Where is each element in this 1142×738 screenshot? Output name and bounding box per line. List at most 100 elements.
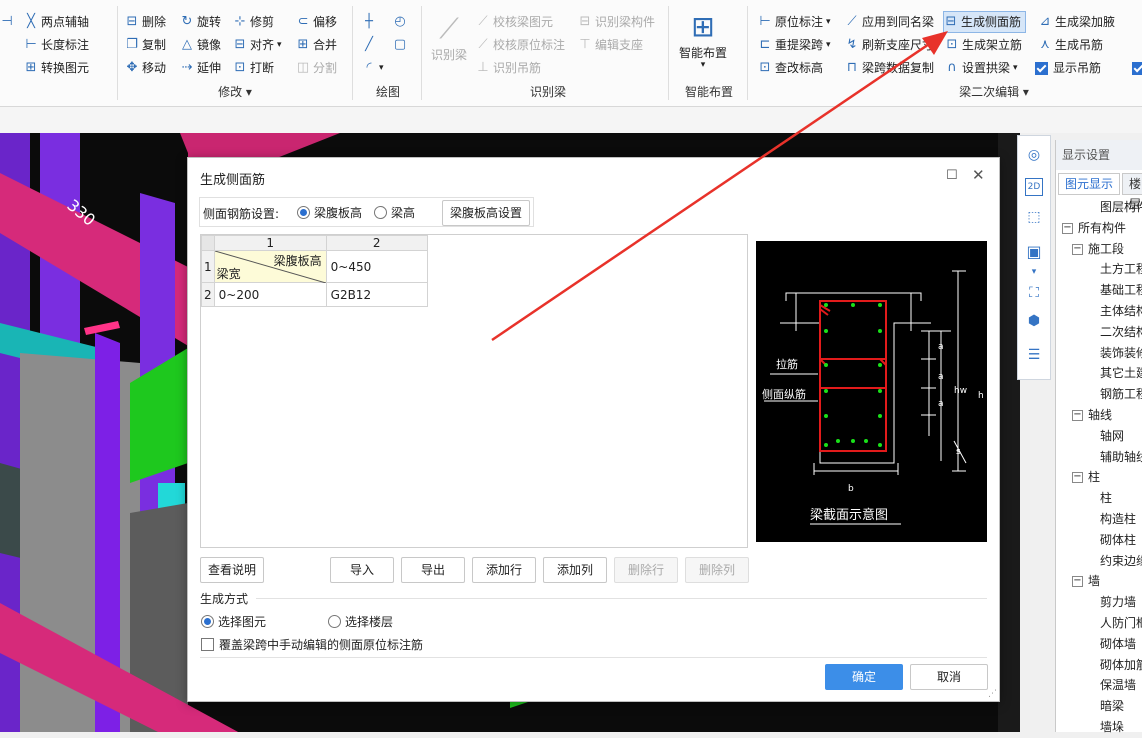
tree-item[interactable]: 剪力墙	[1100, 592, 1136, 613]
3d-box-icon[interactable]: ⬢	[1025, 312, 1043, 330]
rotate-button[interactable]: ↻ 旋转	[180, 12, 221, 32]
tab-element-display[interactable]: 图元显示	[1058, 173, 1121, 195]
table-cell[interactable]: 0~200	[213, 282, 327, 307]
tree-item[interactable]: 人防门框	[1100, 613, 1142, 634]
trim-button[interactable]: ⊹ 修剪	[233, 12, 274, 32]
generate-erection-bar-button[interactable]: ⊡ 生成架立筋	[945, 35, 1022, 55]
tree-item[interactable]: − 墙	[1072, 571, 1100, 592]
tree-item[interactable]: 构造柱	[1100, 509, 1136, 530]
generate-hanger-button[interactable]: ⋏ 生成吊筋	[1038, 35, 1103, 55]
split-button[interactable]: ◫ 分割	[296, 58, 337, 78]
tree-item[interactable]: 暗梁	[1100, 696, 1124, 717]
ok-button[interactable]: 确定	[825, 664, 903, 690]
tree-item[interactable]: 装饰装修	[1100, 343, 1142, 364]
add-column-button[interactable]: 添加列	[543, 557, 607, 583]
tree-item[interactable]: 其它土建	[1100, 363, 1142, 384]
import-button[interactable]: 导入	[330, 557, 394, 583]
radio-web-height[interactable]: 梁腹板高	[297, 204, 362, 221]
tree-item[interactable]: − 施工段	[1072, 239, 1124, 260]
radio-select-element[interactable]: 选择图元	[201, 613, 266, 630]
point-tool[interactable]: ┼	[362, 12, 379, 32]
tree-item[interactable]: 砌体加筋	[1100, 655, 1142, 676]
tree-item[interactable]: − 柱	[1072, 467, 1100, 488]
solid-cube-icon[interactable]: ▣	[1025, 243, 1043, 261]
cube-view-icon[interactable]: ⬚	[1025, 208, 1043, 226]
tree-item[interactable]: 保温墙	[1100, 675, 1136, 696]
tree-item[interactable]: − 所有构件	[1062, 218, 1126, 239]
circle-tool[interactable]: ◴	[393, 12, 410, 32]
radio-select-floor[interactable]: 选择楼层	[328, 613, 393, 630]
copy-button[interactable]: ❐ 复制	[125, 35, 166, 55]
check-beam-element-button[interactable]: ⟋ 校核梁图元	[476, 12, 553, 32]
convert-element-button[interactable]: ⊞ 转换图元	[24, 58, 89, 78]
tree-item[interactable]: 柱	[1100, 488, 1112, 509]
tab-floor[interactable]: 楼层	[1122, 173, 1142, 211]
collapse-icon[interactable]: −	[1062, 222, 1073, 234]
tree-item[interactable]: 基础工程	[1100, 280, 1142, 301]
edit-support-button[interactable]: ⊤ 编辑支座	[578, 35, 643, 55]
fit-view-icon[interactable]: ⛶	[1025, 284, 1043, 302]
tree-item[interactable]: 约束边缘	[1100, 551, 1142, 572]
cancel-button[interactable]: 取消	[910, 664, 988, 690]
orbit-icon[interactable]: ◎	[1025, 146, 1043, 164]
chevron-down-icon[interactable]: ▾	[1025, 263, 1043, 281]
offset-button[interactable]: ⊂ 偏移	[296, 12, 337, 32]
layer-settings-icon[interactable]: ☰	[1025, 346, 1043, 364]
tree-item[interactable]: 砌体墙	[1100, 634, 1136, 655]
collapse-icon[interactable]: −	[1072, 243, 1083, 255]
generate-beam-haunch-button[interactable]: ⊿ 生成梁加腋	[1038, 12, 1115, 32]
show-hanger-checkbox[interactable]: 显示吊筋	[1035, 58, 1101, 78]
align-button[interactable]: ⊟ 对齐 ▾	[233, 35, 282, 55]
tree-item[interactable]: 土方工程	[1100, 259, 1142, 280]
web-height-settings-button[interactable]: 梁腹板高设置	[442, 200, 530, 226]
check-original-label-button[interactable]: ⟋ 校核原位标注	[476, 35, 565, 55]
2d-view-icon[interactable]: 2D	[1025, 178, 1043, 196]
maximize-icon[interactable]: ☐	[946, 168, 958, 183]
add-row-button[interactable]: 添加行	[472, 557, 536, 583]
resize-grip-icon[interactable]: ⋰	[988, 689, 997, 699]
identify-beam-big-button[interactable]: ⟋ 识别梁	[428, 12, 470, 63]
mirror-button[interactable]: △ 镜像	[180, 35, 221, 55]
collapse-icon[interactable]: −	[1072, 410, 1083, 421]
delete-row-button[interactable]: 删除行	[614, 557, 678, 583]
partial-item[interactable]: ⊣	[0, 12, 17, 32]
line-tool[interactable]: ╱	[362, 35, 379, 55]
re-extract-span-button[interactable]: ⊏ 重提梁跨 ▾	[758, 35, 831, 55]
check-elevation-button[interactable]: ⊡ 查改标高	[758, 58, 823, 78]
table-cell[interactable]: G2B12	[325, 282, 428, 307]
two-point-axis-button[interactable]: ╳ 两点辅轴	[24, 12, 89, 32]
identify-hanger-button[interactable]: ⊥ 识别吊筋	[476, 58, 541, 78]
tree-item[interactable]: 砌体柱	[1100, 530, 1136, 551]
length-dimension-button[interactable]: ⊢ 长度标注	[24, 35, 89, 55]
extend-button[interactable]: ⇢ 延伸	[180, 58, 221, 78]
generate-side-bar-button[interactable]: ⊟ 生成侧面筋	[943, 11, 1027, 33]
partial-checkbox[interactable]	[1132, 58, 1142, 78]
break-button[interactable]: ⊡ 打断	[233, 58, 274, 78]
collapse-icon[interactable]: −	[1072, 576, 1083, 588]
diagonal-header-cell[interactable]: 梁腹板高 梁宽	[213, 250, 327, 283]
original-label-button[interactable]: ⊢ 原位标注 ▾	[758, 12, 830, 32]
view-help-button[interactable]: 查看说明	[200, 557, 264, 583]
export-button[interactable]: 导出	[401, 557, 465, 583]
delete-column-button[interactable]: 删除列	[685, 557, 749, 583]
close-icon[interactable]: ✕	[972, 166, 985, 184]
tree-item[interactable]: 图层构件	[1100, 197, 1142, 218]
collapse-icon[interactable]: −	[1072, 472, 1083, 484]
tree-item[interactable]: 墙垛	[1100, 717, 1124, 738]
copy-span-data-button[interactable]: ⊓ 梁跨数据复制	[845, 58, 934, 78]
identify-beam-component-button[interactable]: ⊟ 识别梁构件	[578, 12, 655, 32]
rect-tool[interactable]: ▢	[393, 35, 410, 55]
move-button[interactable]: ✥ 移动	[125, 58, 166, 78]
tree-item[interactable]: 轴网	[1100, 426, 1124, 447]
smart-layout-big-button[interactable]: ⊞ 智能布置 ▾	[676, 10, 730, 70]
table-cell[interactable]: 0~450	[325, 250, 428, 283]
apply-same-name-beam-button[interactable]: ⟋ 应用到同名梁	[845, 12, 934, 32]
radio-beam-height[interactable]: 梁高	[374, 204, 415, 221]
tree-item[interactable]: − 轴线	[1072, 405, 1112, 426]
refresh-support-button[interactable]: ↯ 刷新支座尺寸	[845, 35, 934, 55]
delete-button[interactable]: ⊟ 删除	[125, 12, 166, 32]
tree-item[interactable]: 钢筋工程	[1100, 384, 1142, 405]
tree-item[interactable]: 主体结构	[1100, 301, 1142, 322]
tree-item[interactable]: 辅助轴线	[1100, 447, 1142, 468]
merge-button[interactable]: ⊞ 合并	[296, 35, 337, 55]
